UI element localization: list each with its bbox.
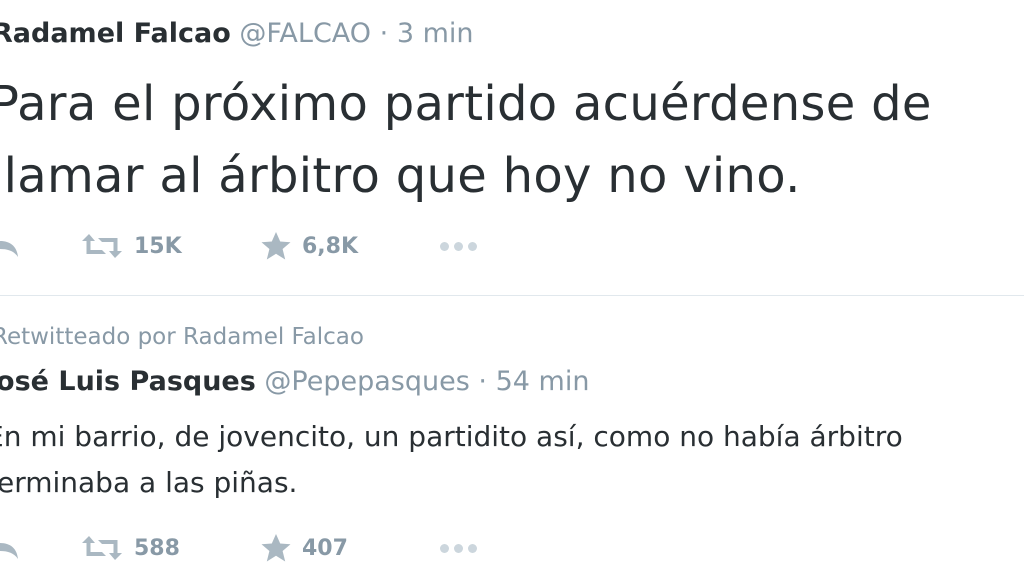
favorite-count: 6,8K [302, 233, 359, 259]
retweet-count: 588 [134, 535, 180, 561]
author-name[interactable]: Radamel Falcao [0, 18, 231, 49]
reply-icon [0, 235, 18, 257]
retweet-count: 15K [134, 233, 182, 259]
separator: · [379, 18, 389, 49]
tweet-timestamp[interactable]: 3 min [397, 18, 474, 49]
more-button[interactable] [440, 226, 477, 266]
reply-button[interactable] [0, 226, 20, 266]
more-dots-icon [440, 241, 477, 251]
favorite-count: 407 [302, 535, 348, 561]
retweet-icon [82, 536, 122, 560]
reply-button[interactable] [0, 528, 20, 568]
tweet-text: Para el próximo partido acuérdense de ll… [0, 76, 932, 204]
tweet-actions: 15K 6,8K [0, 226, 1024, 266]
tweet: Retwitteado por Radamel Falcao José Luis… [0, 296, 1024, 576]
tweet-text: En mi barrio, de jovencito, un partidito… [0, 420, 903, 499]
retweet-button[interactable]: 15K [80, 226, 182, 266]
favorite-button[interactable]: 6,8K [260, 226, 358, 266]
star-icon [261, 232, 291, 260]
reply-icon [0, 537, 18, 559]
tweet-header: José Luis Pasques @Pepepasques · 54 min [0, 366, 589, 397]
tweet: Radamel Falcao @FALCAO · 3 min Para el p… [0, 0, 1024, 296]
more-button[interactable] [440, 528, 477, 568]
star-icon [261, 534, 291, 562]
retweet-icon [82, 234, 122, 258]
separator: · [478, 366, 487, 397]
author-name[interactable]: José Luis Pasques [0, 366, 256, 397]
favorite-button[interactable]: 407 [260, 528, 348, 568]
more-dots-icon [440, 543, 477, 553]
retweet-context[interactable]: Retwitteado por Radamel Falcao [0, 324, 364, 350]
tweet-header: Radamel Falcao @FALCAO · 3 min [0, 18, 474, 49]
retweet-button[interactable]: 588 [80, 528, 180, 568]
author-handle[interactable]: @FALCAO [239, 18, 371, 49]
author-handle[interactable]: @Pepepasques [264, 366, 469, 397]
tweet-timestamp[interactable]: 54 min [496, 366, 590, 397]
tweet-actions: 588 407 [0, 528, 1024, 568]
